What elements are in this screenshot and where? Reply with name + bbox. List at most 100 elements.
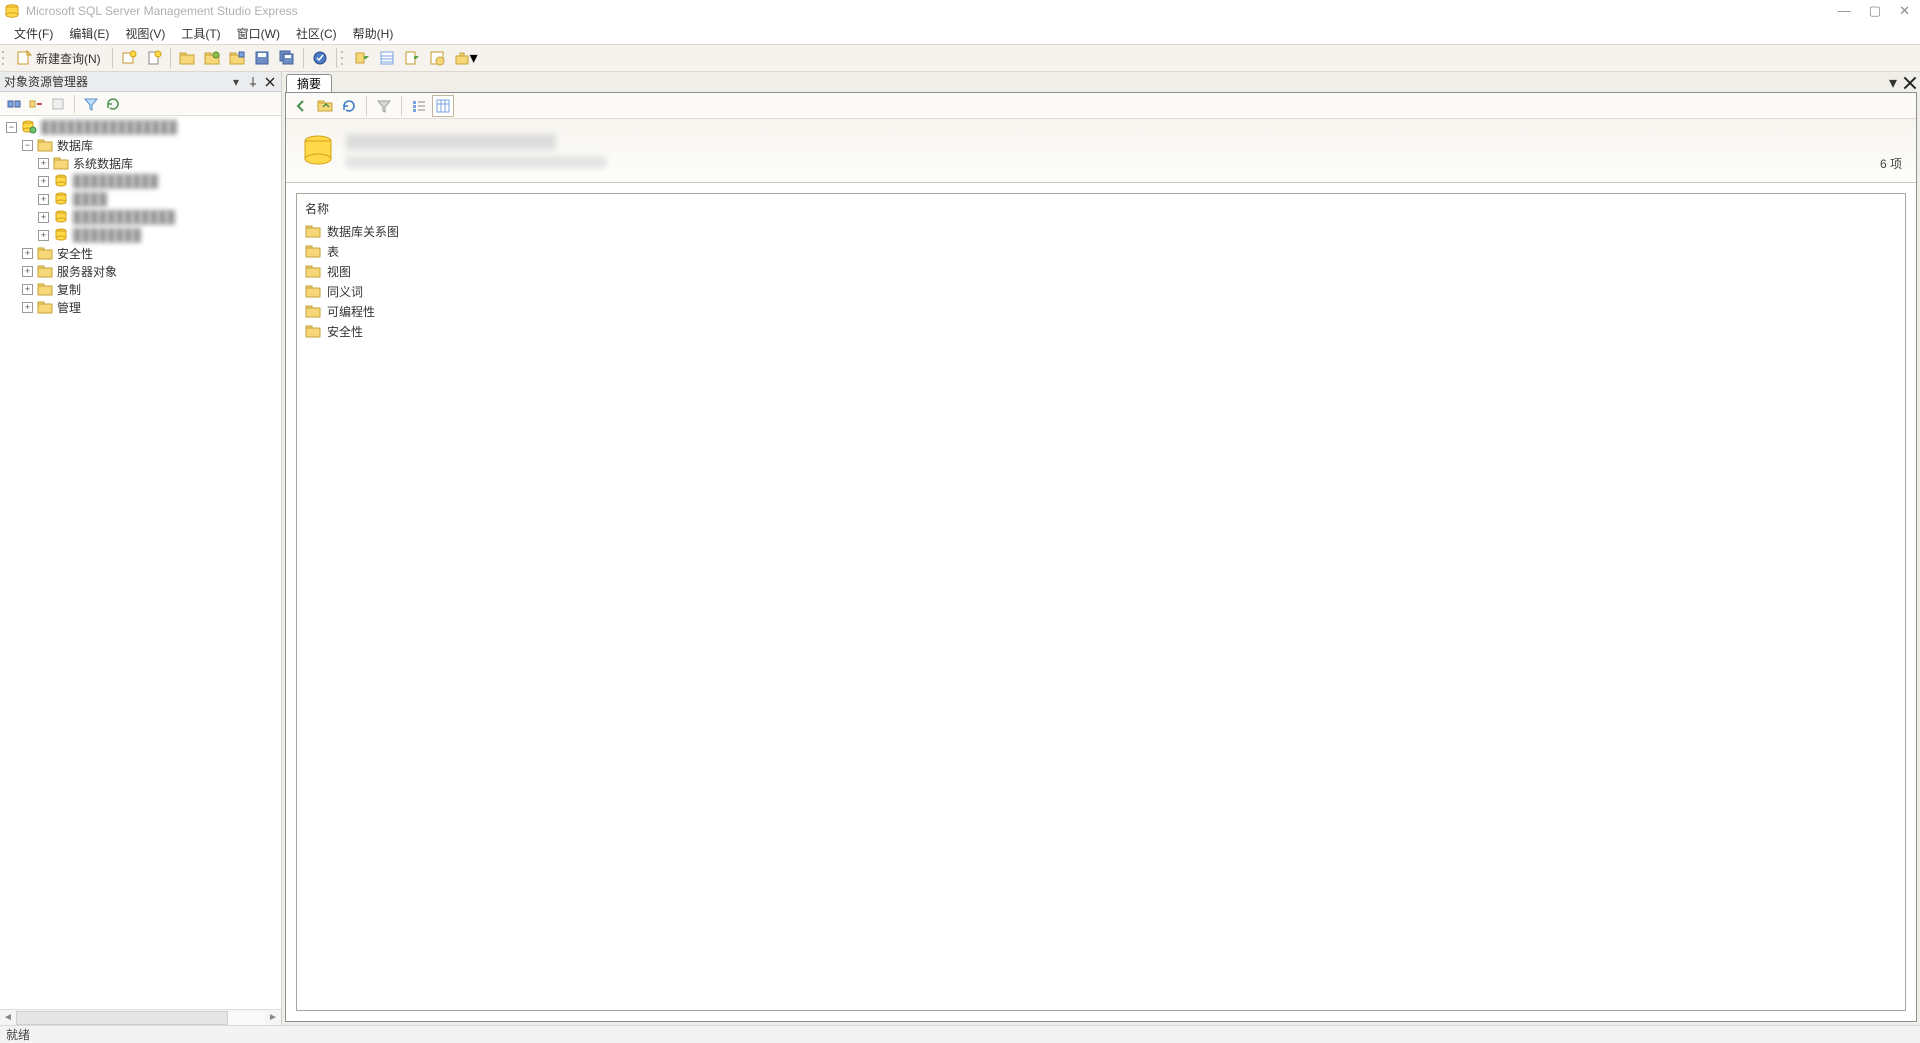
menu-window[interactable]: 窗口(W) <box>229 23 288 44</box>
summary-column-name[interactable]: 名称 <box>305 200 1897 221</box>
summary-list-item[interactable]: 数据库关系图 <box>305 221 1897 241</box>
tab-summary-label: 摘要 <box>297 75 321 92</box>
tab-dropdown-button[interactable]: ▾ <box>1886 76 1900 90</box>
oe-refresh-button[interactable] <box>103 94 123 114</box>
panel-position-button[interactable]: ▾ <box>229 75 243 89</box>
expand-toggle-icon[interactable]: + <box>38 194 49 205</box>
folder-icon <box>37 264 53 278</box>
tree-system-databases[interactable]: + 系统数据库 <box>6 154 281 172</box>
tree-security[interactable]: + 安全性 <box>6 244 281 262</box>
object-explorer-hscrollbar[interactable]: ◄ ► <box>0 1009 281 1025</box>
expand-toggle-icon[interactable]: + <box>38 158 49 169</box>
tree-database-item[interactable]: + ████████ <box>6 226 281 244</box>
folder-icon <box>305 264 321 278</box>
expand-toggle-icon[interactable]: + <box>22 302 33 313</box>
panel-pin-button[interactable] <box>246 75 260 89</box>
save-all-button[interactable] <box>275 47 299 69</box>
tree-database-item[interactable]: + ████ <box>6 190 281 208</box>
template-explorer-button[interactable] <box>400 47 424 69</box>
properties-window-button[interactable] <box>425 47 449 69</box>
expand-toggle-icon[interactable]: + <box>38 230 49 241</box>
tree-server-label: ████████████████ <box>41 120 177 134</box>
connect-button[interactable] <box>4 94 24 114</box>
object-explorer-tree[interactable]: − ████████████████ − 数据库 + 系统数据库 + <box>0 116 281 1009</box>
collapse-toggle-icon[interactable]: − <box>22 140 33 151</box>
summary-refresh-button[interactable] <box>338 95 360 117</box>
summary-up-button[interactable] <box>314 95 336 117</box>
expand-toggle-icon[interactable]: + <box>22 248 33 259</box>
collapse-toggle-icon[interactable]: − <box>6 122 17 133</box>
tree-server-root[interactable]: − ████████████████ <box>6 118 281 136</box>
folder-icon <box>37 246 53 260</box>
menu-file[interactable]: 文件(F) <box>6 23 61 44</box>
summary-item-label: 同义词 <box>327 283 363 300</box>
tree-database-item[interactable]: + ██████████ <box>6 172 281 190</box>
folder-icon <box>305 304 321 318</box>
summary-back-button[interactable] <box>290 95 312 117</box>
registered-servers-button[interactable] <box>350 47 374 69</box>
toolbox-button[interactable]: ▾ <box>450 47 482 69</box>
summary-list[interactable]: 名称 数据库关系图 表 视图 同义词 <box>296 193 1906 1011</box>
tree-replication-label: 复制 <box>57 281 81 298</box>
menu-view[interactable]: 视图(V) <box>117 23 173 44</box>
dropdown-arrow-icon: ▾ <box>470 48 478 68</box>
app-icon <box>4 3 20 19</box>
toolbar-separator <box>74 95 75 113</box>
menu-community[interactable]: 社区(C) <box>288 23 345 44</box>
folder-icon <box>37 300 53 314</box>
oe-filter-button[interactable] <box>81 94 101 114</box>
scroll-left-icon[interactable]: ◄ <box>0 1010 16 1026</box>
object-explorer-button[interactable] <box>375 47 399 69</box>
menu-edit[interactable]: 编辑(E) <box>61 23 117 44</box>
new-file-button[interactable] <box>142 47 166 69</box>
summary-list-item[interactable]: 视图 <box>305 261 1897 281</box>
tree-server-objects-label: 服务器对象 <box>57 263 117 280</box>
tab-summary[interactable]: 摘要 <box>286 74 332 92</box>
summary-title-redacted <box>346 134 556 150</box>
summary-list-item[interactable]: 可编程性 <box>305 301 1897 321</box>
database-large-icon <box>300 133 336 169</box>
object-explorer-pane: 对象资源管理器 ▾ − ████████████████ − <box>0 72 282 1025</box>
summary-list-item[interactable]: 同义词 <box>305 281 1897 301</box>
window-maximize-button[interactable]: ▢ <box>1869 3 1881 19</box>
menubar: 文件(F) 编辑(E) 视图(V) 工具(T) 窗口(W) 社区(C) 帮助(H… <box>0 22 1920 44</box>
summary-list-item[interactable]: 安全性 <box>305 321 1897 341</box>
tree-server-objects[interactable]: + 服务器对象 <box>6 262 281 280</box>
open-file-button[interactable] <box>175 47 199 69</box>
toolbar-separator <box>303 48 304 68</box>
object-explorer-toolbar <box>0 92 281 116</box>
expand-toggle-icon[interactable]: + <box>22 284 33 295</box>
scroll-thumb[interactable] <box>16 1011 228 1025</box>
expand-toggle-icon[interactable]: + <box>38 176 49 187</box>
menu-help[interactable]: 帮助(H) <box>345 23 402 44</box>
summary-list-view-button[interactable] <box>408 95 430 117</box>
scroll-right-icon[interactable]: ► <box>265 1010 281 1026</box>
tree-database-item[interactable]: + ████████████ <box>6 208 281 226</box>
window-close-button[interactable]: ✕ <box>1899 3 1910 19</box>
window-minimize-button[interactable]: — <box>1838 3 1851 19</box>
new-project-button[interactable] <box>117 47 141 69</box>
tree-replication[interactable]: + 复制 <box>6 280 281 298</box>
summary-list-item[interactable]: 表 <box>305 241 1897 261</box>
expand-toggle-icon[interactable]: + <box>22 266 33 277</box>
tree-databases[interactable]: − 数据库 <box>6 136 281 154</box>
activity-monitor-button[interactable] <box>308 47 332 69</box>
new-query-button[interactable]: 新建查询(N) <box>11 47 108 69</box>
menu-tools[interactable]: 工具(T) <box>173 23 228 44</box>
tab-close-button[interactable] <box>1903 76 1917 90</box>
open-3-button[interactable] <box>225 47 249 69</box>
tree-management[interactable]: + 管理 <box>6 298 281 316</box>
expand-toggle-icon[interactable]: + <box>38 212 49 223</box>
panel-close-button[interactable] <box>263 75 277 89</box>
folder-icon <box>305 224 321 238</box>
summary-filter-button[interactable] <box>373 95 395 117</box>
tree-database-label: ████████ <box>73 228 141 242</box>
open-2-button[interactable] <box>200 47 224 69</box>
stop-button[interactable] <box>48 94 68 114</box>
summary-pane: 6 项 名称 数据库关系图 表 视图 同义词 <box>285 92 1917 1022</box>
disconnect-button[interactable] <box>26 94 46 114</box>
summary-details-view-button[interactable] <box>432 95 454 117</box>
folder-icon <box>305 244 321 258</box>
save-button[interactable] <box>250 47 274 69</box>
summary-item-label: 安全性 <box>327 323 363 340</box>
